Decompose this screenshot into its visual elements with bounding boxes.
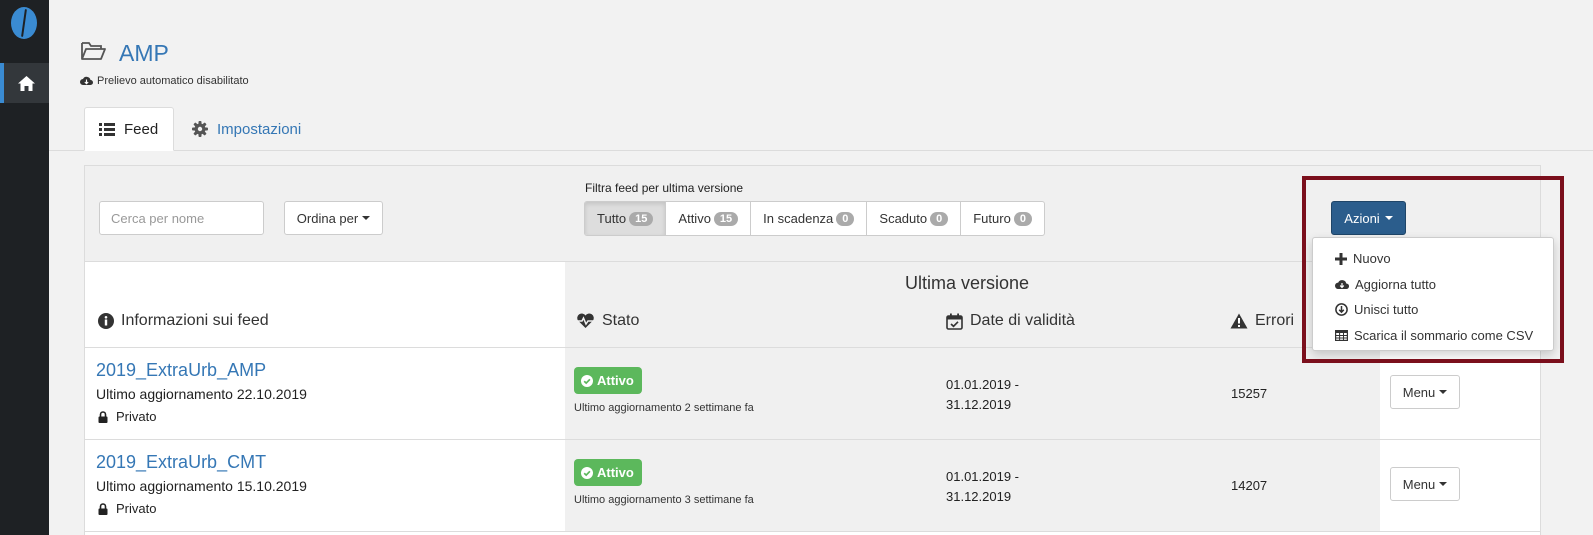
caret-down-icon xyxy=(1439,390,1448,394)
column-status-label: Stato xyxy=(602,312,640,329)
filter-all-button[interactable]: Tutto 15 xyxy=(585,202,667,235)
column-errors-label: Errori xyxy=(1255,312,1295,329)
list-icon xyxy=(99,122,115,136)
app-logo[interactable] xyxy=(11,7,37,39)
error-count: 14207 xyxy=(1231,478,1268,493)
cloud-download-icon xyxy=(80,76,93,85)
filter-label-text: Tutto xyxy=(597,211,627,226)
column-info: Informazioni sui feed xyxy=(98,312,269,330)
filter-label: Filtra feed per ultima versione xyxy=(585,181,744,195)
filter-label-text: Attivo xyxy=(678,211,711,226)
home-icon xyxy=(18,75,35,91)
sort-label: Ordina per xyxy=(296,210,359,226)
filter-active-button[interactable]: Attivo 15 xyxy=(666,202,752,235)
filter-label-text: Futuro xyxy=(973,211,1011,226)
row-menu-label: Menu xyxy=(1402,476,1436,492)
check-circle-icon xyxy=(581,466,593,479)
table-header-info: Informazioni sui feed xyxy=(85,262,565,348)
status-badge: Attivo xyxy=(574,459,642,486)
lock-icon xyxy=(98,502,108,515)
folder-open-icon xyxy=(81,42,106,60)
filter-label-text: In scadenza xyxy=(763,211,834,226)
page-title: AMP xyxy=(119,40,169,66)
count-badge: 0 xyxy=(930,211,949,226)
feed-visibility: Privato xyxy=(98,409,156,424)
error-count: 15257 xyxy=(1231,386,1268,401)
heartbeat-icon xyxy=(576,313,595,328)
count-badge: 0 xyxy=(1013,211,1032,226)
info-circle-icon xyxy=(98,313,114,329)
caret-down-icon xyxy=(362,216,371,220)
column-validity: Date di validità xyxy=(946,312,1075,330)
validity-end: 31.12.2019 xyxy=(946,397,1012,412)
sidebar xyxy=(0,0,49,535)
filter-expiring-button[interactable]: In scadenza 0 xyxy=(751,202,868,235)
gear-icon xyxy=(192,121,208,137)
check-circle-icon xyxy=(581,374,593,387)
status-badge: Attivo xyxy=(574,367,642,394)
status-last-update: Ultimo aggiornamento 3 settimane fa xyxy=(574,494,754,506)
table-header-latest-version: Ultima versione Stato Date di validità E… xyxy=(565,262,1380,348)
tab-feed-label: Feed xyxy=(124,120,159,138)
filter-future-button[interactable]: Futuro 0 xyxy=(961,202,1044,235)
lock-icon xyxy=(98,410,108,423)
status-badge-label: Attivo xyxy=(597,373,634,388)
search-input[interactable] xyxy=(99,201,264,235)
count-badge: 0 xyxy=(836,211,855,226)
feed-name-link[interactable]: 2019_ExtraUrb_AMP xyxy=(96,360,266,381)
auto-fetch-status: Prelievo automatico disabilitato xyxy=(80,75,249,87)
highlight-frame xyxy=(1302,176,1564,363)
tab-settings-label: Impostazioni xyxy=(217,120,302,138)
subtitle-text: Prelievo automatico disabilitato xyxy=(97,75,249,87)
row-menu-button[interactable]: Menu xyxy=(1390,375,1460,409)
latest-version-title: Ultima versione xyxy=(905,273,1030,293)
column-info-label: Informazioni sui feed xyxy=(121,312,269,329)
table-row: 2019_ExtraUrb_CMT Ultimo aggiornamento 1… xyxy=(85,440,1540,532)
caret-down-icon xyxy=(1439,482,1448,486)
validity-start: 01.01.2019 - xyxy=(946,377,1020,392)
feed-visibility: Privato xyxy=(98,501,156,516)
sidebar-item-home[interactable] xyxy=(0,63,49,103)
version-filter-group: Tutto 15 Attivo 15 In scadenza 0 Scaduto… xyxy=(584,201,1045,236)
feed-last-updated: Ultimo aggiornamento 22.10.2019 xyxy=(96,386,307,402)
status-last-update: Ultimo aggiornamento 2 settimane fa xyxy=(574,402,754,414)
tab-feed[interactable]: Feed xyxy=(84,107,174,151)
filter-expired-button[interactable]: Scaduto 0 xyxy=(867,202,962,235)
filter-label-text: Scaduto xyxy=(879,211,928,226)
column-errors: Errori xyxy=(1230,312,1294,330)
validity-end: 31.12.2019 xyxy=(946,489,1012,504)
feed-visibility-label: Privato xyxy=(116,501,157,516)
sort-dropdown-button[interactable]: Ordina per xyxy=(284,201,383,235)
row-menu-button[interactable]: Menu xyxy=(1390,467,1460,501)
feed-name-link[interactable]: 2019_ExtraUrb_CMT xyxy=(96,452,266,473)
validity-range: 01.01.2019 - 31.12.2019 xyxy=(946,375,1019,415)
validity-start: 01.01.2019 - xyxy=(946,469,1020,484)
row-menu-label: Menu xyxy=(1402,384,1436,400)
column-validity-label: Date di validità xyxy=(970,312,1075,329)
feed-last-updated: Ultimo aggiornamento 15.10.2019 xyxy=(96,478,307,494)
tab-bar: Feed Impostazioni xyxy=(49,107,1593,151)
validity-range: 01.01.2019 - 31.12.2019 xyxy=(946,467,1019,507)
count-badge: 15 xyxy=(629,211,654,226)
column-status: Stato xyxy=(576,312,639,330)
status-badge-label: Attivo xyxy=(597,465,634,480)
warning-icon xyxy=(1230,313,1248,329)
count-badge: 15 xyxy=(713,211,739,226)
tab-settings[interactable]: Impostazioni xyxy=(189,107,301,151)
calendar-check-icon xyxy=(946,313,963,330)
feed-visibility-label: Privato xyxy=(116,409,157,424)
